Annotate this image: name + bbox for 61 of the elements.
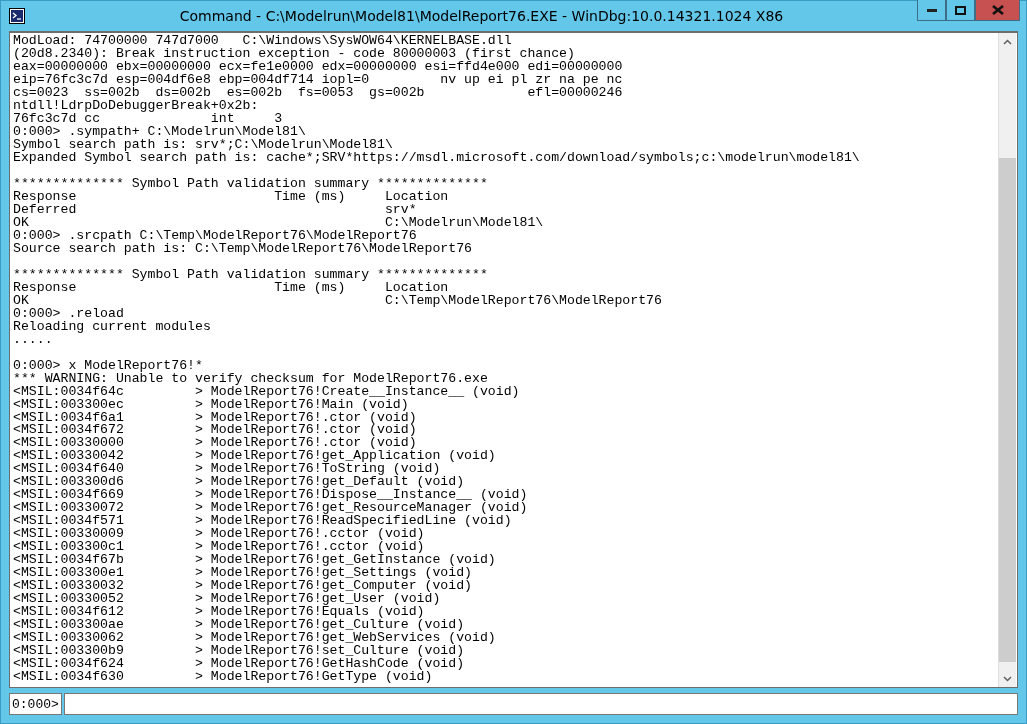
- output-line: <MSIL:0034f64c > ModelReport76!Create__Instance__ (void): [13, 384, 520, 398]
- output-line: 0:000> x ModelReport76!*: [13, 358, 203, 372]
- output-line: 0:000> .srcpath C:\Temp\ModelReport76\ModelReport76: [13, 228, 417, 242]
- output-line: <MSIL:00330062 > ModelReport76!get_WebServices (void): [13, 631, 496, 645]
- scroll-thumb[interactable]: [999, 158, 1016, 662]
- output-line: <MSIL:00330042 > ModelReport76!get_Application (void): [13, 449, 496, 463]
- output-line: <MSIL:00330072 > ModelReport76!get_ResourceManager (void): [13, 501, 528, 515]
- output-line: <MSIL:00330009 > ModelReport76!.cctor (void): [13, 527, 425, 541]
- output-line: <MSIL:003300ae > ModelReport76!get_Culture (void): [13, 618, 465, 632]
- output-line: *** WARNING: Unable to verify checksum for ModelReport76.exe: [13, 371, 488, 385]
- output-line: <MSIL:0034f669 > ModelReport76!Dispose__Instance__ (void): [13, 488, 528, 502]
- output-line: ModLoad: 74700000 747d7000 C:\Windows\SysWOW64\KERNELBASE.dll: [13, 34, 512, 47]
- minimize-icon: [926, 8, 937, 12]
- output-line: Expanded Symbol search path is: cache*;SRV*https://msdl.microsoft.com/download/symbols;c:\modelrun\model81\: [13, 150, 860, 164]
- output-line: Deferred srv*: [13, 202, 417, 216]
- output-line: <MSIL:00330000 > ModelReport76!.ctor (void): [13, 436, 417, 450]
- output-line: ************** Symbol Path validation summary **************: [13, 267, 488, 281]
- output-line: ************** Symbol Path validation summary **************: [13, 176, 488, 190]
- close-icon: [991, 5, 1004, 15]
- output-line: <MSIL:0034f630 > ModelReport76!GetType (void): [13, 670, 433, 684]
- output-line: Reloading current modules: [13, 319, 211, 333]
- output-line: <MSIL:0034f67b > ModelReport76!get_GetInstance (void): [13, 553, 496, 567]
- minimize-button[interactable]: [917, 0, 946, 21]
- output-line: <MSIL:0034f571 > ModelReport76!ReadSpecifiedLine (void): [13, 514, 512, 528]
- command-prompt: 0:000>: [9, 693, 62, 715]
- close-button[interactable]: [975, 0, 1020, 21]
- output-line: .....: [13, 332, 53, 346]
- chevron-down-icon: [1003, 675, 1012, 682]
- output-line: <MSIL:00330032 > ModelReport76!get_Computer (void): [13, 579, 472, 593]
- output-line: <MSIL:0034f624 > ModelReport76!GetHashCode (void): [13, 657, 465, 671]
- output-line: <MSIL:003300ec > ModelReport76!Main (void): [13, 397, 409, 411]
- scrollbar[interactable]: [998, 33, 1016, 687]
- output-line: <MSIL:0034f672 > ModelReport76!.ctor (void): [13, 423, 417, 437]
- output-line: 76fc3c7d cc int 3: [13, 111, 283, 125]
- output-line: OK C:\Temp\ModelReport76\ModelReport76: [13, 293, 662, 307]
- output-line: <MSIL:00330052 > ModelReport76!get_User (void): [13, 592, 441, 606]
- output-line: <MSIL:003300b9 > ModelReport76!set_Culture (void): [13, 644, 465, 658]
- output-line: <MSIL:003300e1 > ModelReport76!get_Settings (void): [13, 566, 472, 580]
- output-line: <MSIL:0034f6a1 > ModelReport76!.ctor (void): [13, 410, 417, 424]
- maximize-button[interactable]: [946, 0, 975, 21]
- output-line: <MSIL:003300d6 > ModelReport76!get_Default (void): [13, 475, 465, 489]
- output-line: eax=00000000 ebx=00000000 ecx=fe1e0000 edx=00000000 esi=ffd4e000 edi=00000000: [13, 59, 623, 73]
- output-line: <MSIL:0034f612 > ModelReport76!Equals (void): [13, 605, 425, 619]
- output-line: ntdll!LdrpDoDebuggerBreak+0x2b:: [13, 98, 259, 112]
- output-line: Response Time (ms) Location: [13, 189, 449, 203]
- output-line: cs=0023 ss=002b ds=002b es=002b fs=0053 gs=002b efl=00000246: [13, 85, 623, 99]
- output-line: <MSIL:0034f640 > ModelReport76!ToString (void): [13, 462, 441, 476]
- window-title: Command - C:\Modelrun\Model81\ModelReport76.EXE - WinDbg:10.0.14321.1024 X86: [179, 8, 785, 24]
- command-input[interactable]: [63, 693, 1018, 715]
- output-line: OK C:\Modelrun\Model81\: [13, 215, 544, 229]
- output-line: eip=76fc3c7d esp=004df6e8 ebp=004df714 iopl=0 nv up ei pl zr na pe nc: [13, 72, 623, 86]
- output-line: <MSIL:003300c1 > ModelReport76!.cctor (void): [13, 540, 425, 554]
- output-line: Source search path is: C:\Temp\ModelReport76\ModelReport76: [13, 241, 472, 255]
- output-line: 0:000> .reload: [13, 306, 124, 320]
- output-line: Symbol search path is: srv*;C:\Modelrun\Model81\: [13, 137, 393, 151]
- output-line: 0:000> .sympath+ C:\Modelrun\Model81\: [13, 124, 306, 138]
- output-line: Response Time (ms) Location: [13, 280, 449, 294]
- chevron-up-icon: [1003, 38, 1012, 45]
- maximize-icon: [955, 5, 966, 15]
- output-line: (20d8.2340): Break instruction exception - code 80000003 (first chance): [13, 47, 575, 60]
- console-icon: [9, 8, 25, 24]
